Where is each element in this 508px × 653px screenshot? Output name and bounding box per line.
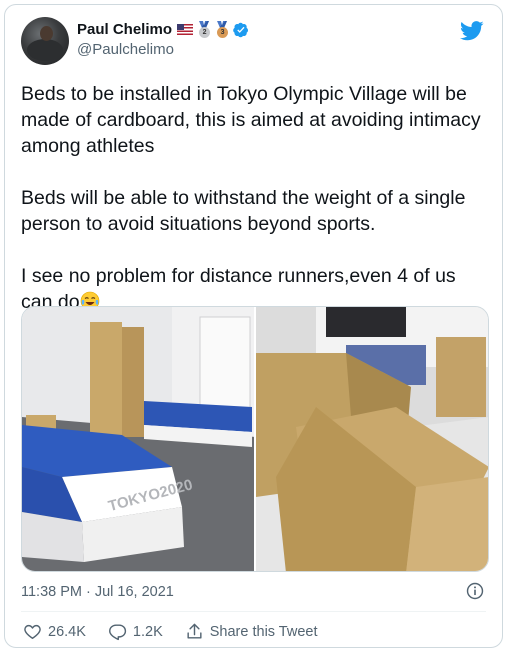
author-handle[interactable]: @Paulchelimo xyxy=(77,41,174,58)
tweet-card: Paul Chelimo 2 3 @Paulchelimo Beds to be… xyxy=(4,4,503,648)
tweet-paragraph-2: Beds will be able to withstand the weigh… xyxy=(21,187,466,235)
tweet-time: 11:38 PM xyxy=(21,584,82,600)
reply-bubble-icon xyxy=(108,624,127,641)
like-count: 26.4K xyxy=(48,623,86,640)
share-icon xyxy=(187,623,202,639)
share-label: Share this Tweet xyxy=(209,623,318,640)
avatar[interactable] xyxy=(21,17,69,65)
info-icon[interactable] xyxy=(466,582,484,600)
bronze-medal-icon: 3 xyxy=(215,21,229,38)
share-button[interactable]: Share this Tweet xyxy=(185,622,318,641)
author-name-row: Paul Chelimo 2 3 xyxy=(77,21,249,38)
us-flag-icon xyxy=(177,24,194,35)
tweet-paragraph-1: Beds to be installed in Tokyo Olympic Vi… xyxy=(21,83,481,157)
silver-medal-icon: 2 xyxy=(197,21,211,38)
tweet-media: TOKYO2020 xyxy=(21,306,489,572)
like-button[interactable]: 26.4K xyxy=(23,622,86,641)
divider xyxy=(21,611,486,612)
reply-button[interactable]: 1.2K xyxy=(108,622,163,641)
author-name[interactable]: Paul Chelimo xyxy=(77,21,172,38)
reply-count: 1.2K xyxy=(132,623,163,640)
tweet-actions: 26.4K 1.2K Share this Tweet xyxy=(23,622,340,641)
tweet-text: Beds to be installed in Tokyo Olympic Vi… xyxy=(21,81,491,315)
photo-cardboard-beds[interactable] xyxy=(256,307,488,571)
twitter-bird-icon[interactable] xyxy=(460,21,484,41)
verified-badge-icon xyxy=(233,22,249,37)
timestamp-separator: · xyxy=(86,584,91,600)
tweet-timestamp[interactable]: 11:38 PM · Jul 16, 2021 xyxy=(21,584,174,600)
heart-icon xyxy=(24,624,41,639)
tweet-date: Jul 16, 2021 xyxy=(94,584,174,600)
photo-olympic-bedroom[interactable]: TOKYO2020 xyxy=(22,307,254,571)
